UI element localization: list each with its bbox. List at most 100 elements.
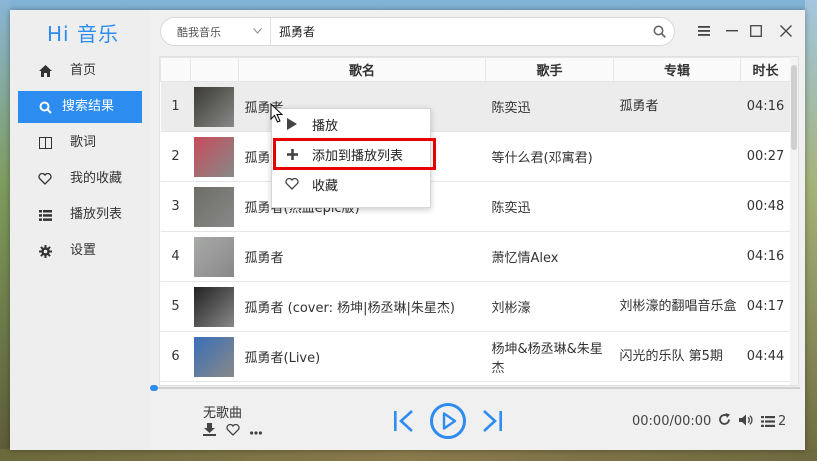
context-menu: 播放 添加到播放列表 收藏 (271, 108, 436, 208)
previous-button[interactable] (393, 409, 415, 437)
row-index: 4 (160, 231, 191, 282)
column-header-album[interactable]: 专辑 (613, 57, 741, 82)
row-album[interactable]: 孤勇者 (613, 81, 741, 132)
row-duration: 04:44 (740, 331, 791, 382)
row-cover (190, 181, 239, 232)
row-artist[interactable]: 陈奕迅 (485, 181, 614, 232)
volume-icon (739, 414, 753, 425)
table-row[interactable]: 1 孤勇者 陈奕迅 孤勇者 04:16 (160, 81, 791, 132)
hamburger-icon (698, 26, 710, 36)
search-button[interactable] (644, 25, 674, 38)
heart-icon (284, 178, 300, 190)
progress-handle[interactable] (150, 385, 158, 391)
download-button[interactable] (203, 423, 216, 440)
scrollbar-thumb[interactable] (791, 65, 797, 150)
sidebar-nav: 首页 搜索结果 歌词 我的收藏 播放列表 设置 (18, 55, 142, 271)
row-cover (190, 281, 239, 332)
close-icon (780, 25, 792, 37)
album-cover-image (193, 236, 234, 277)
row-duration: 00:27 (740, 131, 791, 182)
sidebar-item-lyrics[interactable]: 歌词 (18, 127, 142, 159)
sidebar-item-playlist[interactable]: 播放列表 (18, 199, 142, 231)
table-row[interactable]: 6 孤勇者(Live) 杨坤&杨丞琳&朱星杰 闪光的乐队 第5期 04:44 (160, 331, 791, 382)
row-artist[interactable]: 杨坤&杨丞琳&朱星杰 (485, 331, 614, 382)
row-album[interactable]: 闪光的乐队 第5期 (613, 331, 741, 382)
list-icon (36, 209, 54, 221)
sidebar: Hi 音乐 首页 搜索结果 歌词 我的收藏 播放列表 设置 (10, 10, 150, 450)
row-cover (190, 231, 239, 282)
menu-item-play[interactable]: 播放 (272, 109, 430, 139)
top-bar: 酷我音乐 孤勇者 (150, 10, 805, 52)
source-select[interactable]: 酷我音乐 (161, 18, 271, 45)
album-cover-image (193, 286, 234, 327)
table-row[interactable]: 4 孤勇者 萧忆情Alex 04:16 (160, 231, 791, 282)
menu-button[interactable] (693, 20, 715, 42)
results-table: 歌名 歌手 专辑 时长 1 孤勇者 陈奕迅 孤勇者 04:16 2 孤勇 等什么君(邓寓君) 0… (159, 56, 799, 386)
more-button[interactable] (250, 424, 262, 439)
next-button[interactable] (481, 409, 503, 437)
table-row[interactable]: 5 孤勇者 (cover: 杨坤|杨丞琳|朱星杰) 刘彬濠 刘彬濠的翻唱音乐盒 04:1… (160, 281, 791, 332)
source-select-value: 酷我音乐 (177, 25, 221, 39)
sidebar-item-label: 首页 (70, 63, 97, 78)
track-actions (203, 423, 262, 440)
album-cover-image (193, 186, 234, 227)
mouse-cursor-icon (270, 102, 284, 127)
sidebar-item-favorites[interactable]: 我的收藏 (18, 163, 142, 195)
favorite-button[interactable] (226, 423, 240, 440)
search-input[interactable]: 孤勇者 (271, 23, 644, 40)
chevron-down-icon (253, 27, 262, 37)
playlist-button[interactable]: 2 (761, 414, 786, 429)
sidebar-item-home[interactable]: 首页 (18, 55, 142, 87)
row-album[interactable] (613, 181, 741, 232)
volume-button[interactable] (739, 414, 753, 430)
column-header-title[interactable]: 歌名 (238, 57, 486, 82)
close-button[interactable] (775, 20, 797, 42)
table-scrollbar[interactable] (790, 57, 798, 385)
sidebar-item-label: 歌词 (70, 135, 97, 150)
row-artist[interactable]: 刘彬濠 (485, 281, 614, 332)
menu-item-add-to-playlist[interactable]: 添加到播放列表 (273, 138, 436, 170)
row-index: 6 (160, 331, 191, 382)
maximize-button[interactable] (745, 20, 767, 42)
heart-icon (226, 423, 240, 436)
row-title[interactable]: 孤勇者 (238, 231, 486, 282)
row-title[interactable]: 孤勇者(Live) (238, 331, 486, 382)
search-box: 酷我音乐 孤勇者 (160, 17, 675, 46)
row-artist[interactable]: 萧忆情Alex (485, 231, 614, 282)
app-window: Hi 音乐 首页 搜索结果 歌词 我的收藏 播放列表 设置 酷我音乐 孤勇者 歌… (10, 10, 805, 450)
previous-icon (394, 410, 413, 432)
search-icon (36, 101, 54, 114)
row-index: 3 (160, 181, 191, 232)
search-icon (653, 25, 666, 38)
maximize-icon (750, 25, 762, 37)
table-row[interactable]: 2 孤勇 等什么君(邓寓君) 00:27 (160, 131, 791, 182)
table-header-row: 歌名 歌手 专辑 时长 (160, 57, 791, 82)
progress-track[interactable] (150, 387, 800, 389)
row-artist[interactable]: 陈奕迅 (485, 81, 614, 132)
menu-item-favorite[interactable]: 收藏 (272, 169, 430, 199)
menu-item-label: 添加到播放列表 (312, 148, 404, 164)
sidebar-item-label: 我的收藏 (70, 171, 123, 186)
loop-button[interactable] (718, 413, 731, 430)
more-icon (250, 431, 262, 435)
row-album[interactable]: 刘彬濠的翻唱音乐盒 (613, 281, 741, 332)
row-album[interactable] (613, 231, 741, 282)
table-row[interactable]: 3 孤勇者(热血epic版) 陈奕迅 00:48 (160, 181, 791, 232)
sidebar-item-settings[interactable]: 设置 (18, 235, 142, 267)
playback-controls (393, 402, 503, 444)
row-duration: 04:17 (740, 281, 791, 332)
column-header-artist[interactable]: 歌手 (485, 57, 614, 82)
plus-icon (284, 148, 300, 160)
minimize-button[interactable] (721, 20, 743, 42)
repeat-icon (719, 413, 730, 425)
sidebar-item-search-results[interactable]: 搜索结果 (18, 91, 142, 123)
column-header-duration[interactable]: 时长 (740, 57, 791, 82)
column-header-cover (190, 57, 239, 82)
row-title[interactable]: 孤勇者 (cover: 杨坤|杨丞琳|朱星杰) (238, 281, 486, 332)
album-cover-image (193, 86, 234, 127)
row-album[interactable] (613, 131, 741, 182)
home-icon (36, 65, 54, 77)
row-artist[interactable]: 等什么君(邓寓君) (485, 131, 614, 182)
desktop-background-bottom (0, 449, 817, 461)
play-button[interactable] (429, 402, 467, 444)
